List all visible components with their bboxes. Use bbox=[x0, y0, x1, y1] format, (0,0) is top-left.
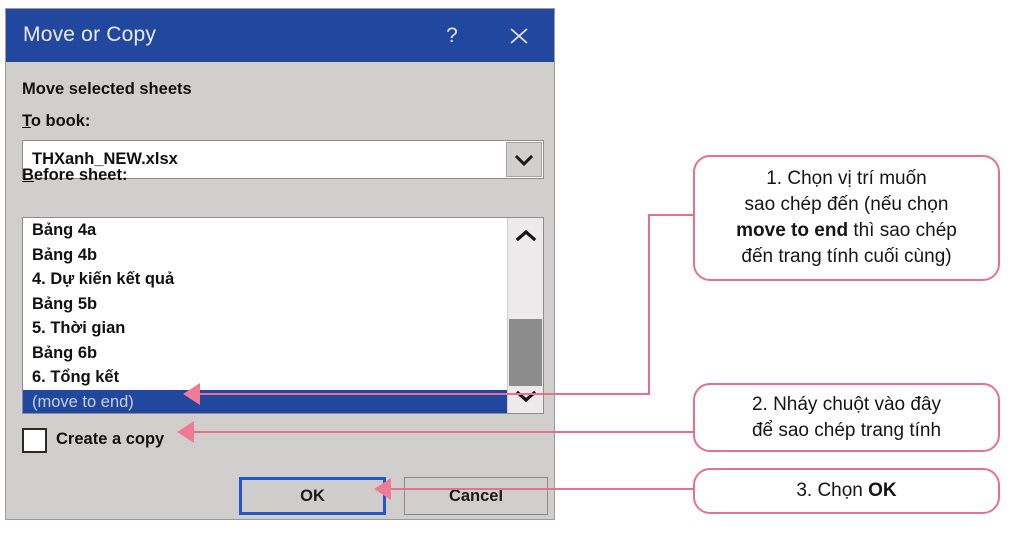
callout-1-line-3: move to end thì sao chép bbox=[695, 218, 998, 244]
to-book-label: To book: bbox=[22, 112, 90, 131]
arrow-to-create-a-copy bbox=[177, 421, 194, 443]
callout-step-2: 2. Nháy chuột vào đây để sao chép trang … bbox=[693, 383, 1000, 452]
move-or-copy-dialog: Move or Copy ? Move selected sheets To b… bbox=[5, 8, 555, 520]
list-item[interactable]: 4. Dự kiến kết quả bbox=[23, 267, 507, 292]
callout-step-3: 3. Chọn OK bbox=[693, 468, 1000, 514]
to-book-accel: T bbox=[22, 112, 31, 130]
connector-1-segment-a bbox=[648, 214, 694, 216]
callout-3-bold-term: OK bbox=[868, 480, 897, 501]
create-copy-accel: C bbox=[56, 430, 68, 448]
callout-1-bold-term: move to end bbox=[736, 220, 849, 241]
callout-3-text: 3. Chọn OK bbox=[796, 478, 896, 504]
chevron-up-icon[interactable] bbox=[508, 218, 543, 252]
list-item[interactable]: Bảng 6b bbox=[23, 341, 507, 366]
create-a-copy-label: Create a copy bbox=[56, 430, 164, 449]
callout-1-line-4: đến trang tính cuối cùng) bbox=[741, 246, 952, 267]
list-item[interactable]: Bảng 4b bbox=[23, 243, 507, 268]
move-selected-sheets-label: Move selected sheets bbox=[22, 80, 192, 98]
before-sheet-rest: efore sheet: bbox=[33, 166, 128, 184]
create-copy-rest: reate a copy bbox=[67, 430, 165, 448]
sheet-list: Bảng 4a Bảng 4b 4. Dự kiến kết quả Bảng … bbox=[23, 218, 507, 413]
callout-2-line-1: 2. Nháy chuột vào đây bbox=[751, 394, 942, 415]
callout-1-line-2: sao chép đến (nếu chọn bbox=[744, 194, 949, 215]
list-item[interactable]: Bảng 5b bbox=[23, 292, 507, 317]
connector-2-segment bbox=[193, 431, 694, 433]
callout-step-1: 1. Chọn vị trí muốn sao chép đến (nếu ch… bbox=[693, 155, 1000, 281]
callout-1-line-3-rest: thì sao chép bbox=[848, 220, 957, 241]
connector-1-segment-b bbox=[648, 214, 650, 395]
list-item[interactable]: 6. Tổng kết bbox=[23, 365, 507, 390]
list-item[interactable]: 5. Thời gian bbox=[23, 316, 507, 341]
before-sheet-listbox[interactable]: Bảng 4a Bảng 4b 4. Dự kiến kết quả Bảng … bbox=[22, 217, 544, 414]
close-icon[interactable] bbox=[504, 22, 534, 50]
before-sheet-label: Before sheet: bbox=[22, 166, 127, 185]
ok-button[interactable]: OK bbox=[239, 477, 386, 515]
before-sheet-accel: B bbox=[22, 166, 34, 184]
connector-1-segment-c bbox=[199, 393, 649, 395]
dialog-title: Move or Copy bbox=[23, 23, 157, 46]
list-item[interactable]: Bảng 4a bbox=[23, 218, 507, 243]
callout-1-line-1: 1. Chọn vị trí muốn bbox=[766, 168, 927, 189]
arrow-to-ok-button bbox=[374, 478, 391, 500]
chevron-down-icon[interactable] bbox=[508, 379, 543, 413]
callout-3-prefix: 3. Chọn bbox=[796, 480, 869, 501]
checkbox-box[interactable] bbox=[22, 428, 47, 453]
connector-3-segment bbox=[390, 488, 694, 490]
chevron-down-icon[interactable] bbox=[506, 142, 542, 177]
list-scrollbar[interactable] bbox=[507, 218, 543, 413]
scrollbar-thumb[interactable] bbox=[509, 319, 542, 386]
arrow-to-move-to-end bbox=[183, 383, 200, 405]
help-icon[interactable]: ? bbox=[437, 22, 467, 50]
to-book-rest: o book: bbox=[30, 112, 91, 130]
cancel-button[interactable]: Cancel bbox=[404, 477, 548, 515]
dialog-titlebar: Move or Copy ? bbox=[6, 9, 554, 62]
callout-2-line-2: để sao chép trang tính bbox=[751, 420, 942, 441]
